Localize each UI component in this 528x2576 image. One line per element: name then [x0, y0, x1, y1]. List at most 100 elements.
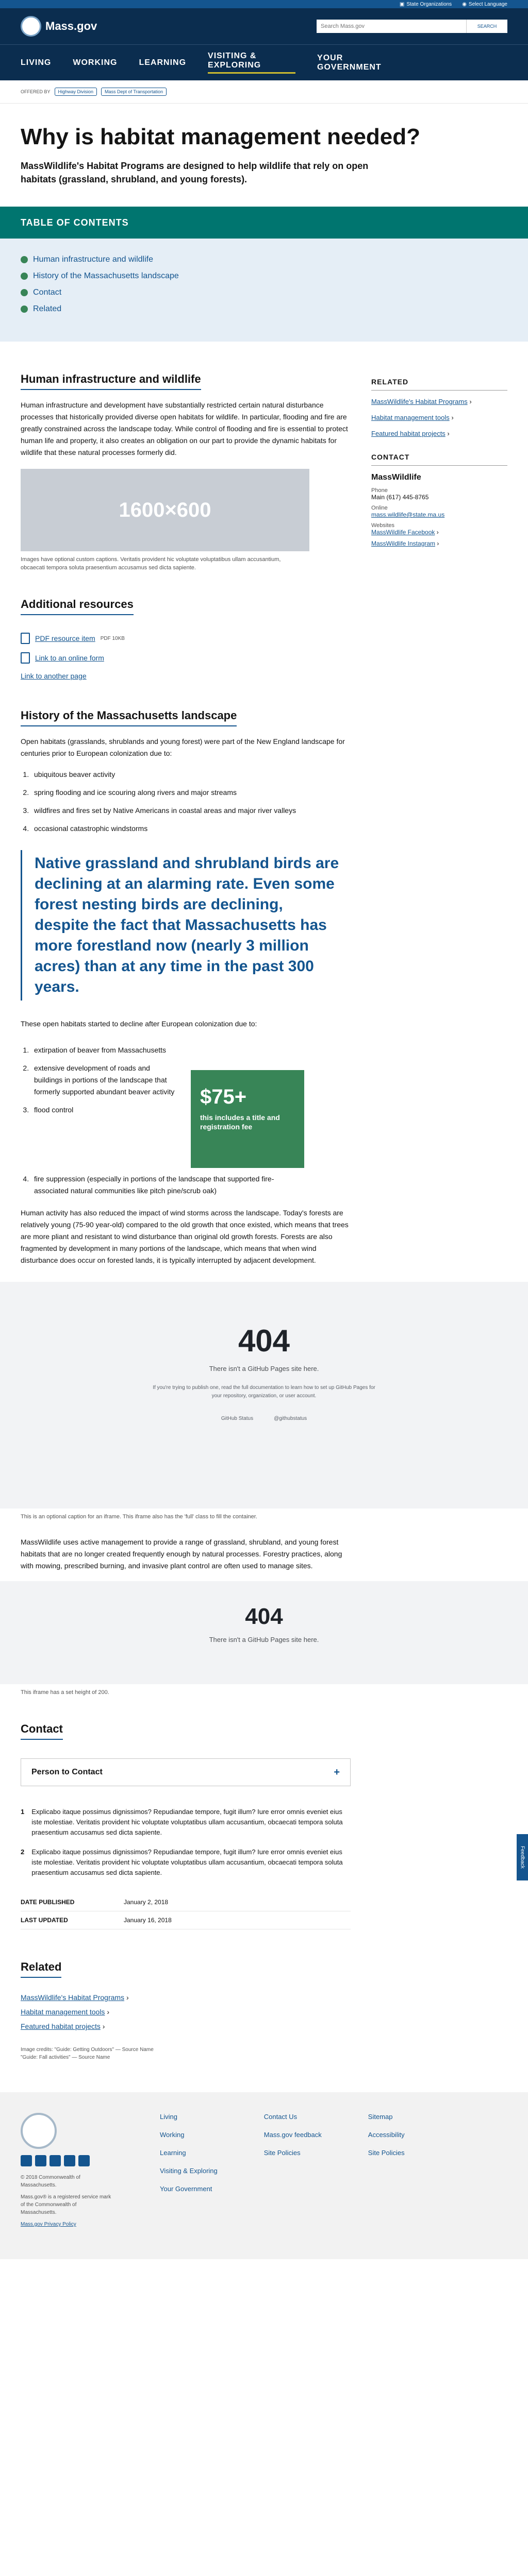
instagram-icon[interactable] — [78, 2155, 90, 2166]
table-of-contents: TABLE OF CONTENTS Human infrastructure a… — [0, 207, 528, 342]
footer-link[interactable]: Sitemap — [368, 2113, 405, 2121]
bullet-icon — [21, 273, 28, 280]
fee-note: this includes a title and registration f… — [200, 1113, 280, 1131]
privacy-link: Mass.gov Privacy Policy — [21, 2221, 113, 2228]
offered-label: OFFERED BY — [21, 89, 51, 94]
related-link[interactable]: Featured habitat projects — [21, 2022, 101, 2030]
status-link[interactable]: GitHub Status — [221, 1416, 253, 1421]
section-heading: Human infrastructure and wildlife — [21, 372, 201, 390]
pdf-icon — [21, 633, 30, 644]
privacy-policy-link[interactable]: Mass.gov Privacy Policy — [21, 2222, 76, 2227]
footnote-number: 1 — [21, 1808, 25, 1816]
feedback-tab[interactable]: Feedback — [517, 1834, 528, 1880]
building-icon: ▣ — [399, 1, 405, 7]
list-item: ubiquitous beaver activity — [31, 769, 351, 781]
contact-label: Phone — [371, 487, 388, 494]
search-input[interactable] — [317, 20, 466, 33]
seal-icon — [21, 16, 41, 37]
twitter-link[interactable]: @githubstatus — [274, 1416, 307, 1421]
contact-label: Online — [371, 505, 388, 511]
sidebar: RELATED MassWildlife's Habitat Programs … — [371, 362, 507, 2082]
site-logo[interactable]: Mass.gov — [21, 16, 97, 37]
pull-quote: Native grassland and shrubland birds are… — [21, 850, 340, 1001]
footnote: 2 Explicabo itaque possimus dignissimos?… — [21, 1847, 351, 1878]
toc-item: Related — [21, 304, 507, 314]
related-section: Related MassWildlife's Habitat Programs … — [21, 1950, 351, 2030]
main-column: Human infrastructure and wildlife Human … — [0, 362, 528, 2082]
section-heading: History of the Massachusetts landscape — [21, 709, 237, 726]
decline-list-cont: fire suppression (especially in portions… — [31, 1173, 278, 1197]
footer-link[interactable]: Living — [160, 2113, 218, 2121]
list-item: spring flooding and ice scouring along r… — [31, 787, 351, 799]
trademark-note: Mass.gov® is a registered service mark o… — [21, 2194, 111, 2215]
facebook-link[interactable]: MassWildlife Facebook — [371, 529, 435, 536]
resource-link[interactable]: Link to an online form — [35, 654, 104, 662]
nav-visiting[interactable]: Visiting & Exploring — [208, 52, 296, 74]
resource-link[interactable]: Link to another page — [21, 672, 87, 680]
toc-link[interactable]: Human infrastructure and wildlife — [33, 255, 153, 264]
fee-callout: $75+ this includes a title and registrat… — [191, 1070, 304, 1168]
contact-org: MassWildlife — [371, 473, 421, 482]
main-nav: Living Working Learning Visiting & Explo… — [0, 44, 528, 80]
footnote-text: Explicabo itaque possimus dignissimos? R… — [31, 1808, 343, 1836]
social-links — [21, 2155, 113, 2166]
footer-link[interactable]: Site Policies — [368, 2149, 405, 2157]
resource-meta: PDF 10KB — [100, 635, 125, 641]
footer-link[interactable]: Accessibility — [368, 2131, 405, 2139]
toc-link[interactable]: Related — [33, 304, 61, 314]
footer-link[interactable]: Mass.gov feedback — [264, 2131, 322, 2139]
error-help: If you're trying to publish one, read th… — [153, 1385, 375, 1399]
email-link[interactable]: mass.wildlife@state.ma.us — [371, 511, 444, 518]
decline-column: extirpation of beaver from Massachusetts… — [21, 1039, 175, 1168]
instagram-link[interactable]: MassWildlife Instagram — [371, 540, 435, 547]
related-item: Featured habitat projects › — [21, 2022, 105, 2030]
language-select[interactable]: ◉ Select Language — [462, 2, 507, 7]
offered-org-link[interactable]: Mass Dept of Transportation — [101, 88, 167, 96]
footer-link[interactable]: Your Government — [160, 2185, 218, 2193]
linkedin-icon[interactable] — [50, 2155, 61, 2166]
body-text: Open habitats (grasslands, shrublands an… — [21, 737, 345, 757]
toc-link[interactable]: History of the Massachusetts landscape — [33, 272, 179, 281]
search-button[interactable]: SEARCH — [466, 20, 507, 33]
toc-link[interactable]: Contact — [33, 288, 61, 297]
related-link[interactable]: Habitat management tools — [21, 2008, 105, 2016]
footnote-text: Explicabo itaque possimus dignissimos? R… — [31, 1848, 343, 1876]
sidebar-related-link[interactable]: Habitat management tools — [371, 414, 450, 421]
nav-working[interactable]: Working — [73, 58, 117, 67]
facebook-icon[interactable] — [21, 2155, 32, 2166]
body-text: Human activity has also reduced the impa… — [21, 1209, 349, 1264]
footer-link[interactable]: Visiting & Exploring — [160, 2167, 218, 2175]
offered-org-link[interactable]: Highway Division — [54, 88, 97, 96]
resource-link[interactable]: PDF resource item — [35, 634, 95, 642]
decline-list: extirpation of beaver from Massachusetts… — [31, 1044, 175, 1116]
contact-email: mass.wildlife@state.ma.us — [371, 511, 507, 518]
sidebar-related-link[interactable]: MassWildlife's Habitat Programs — [371, 398, 468, 405]
decline-row: extirpation of beaver from Massachusetts… — [21, 1039, 351, 1168]
related-item: MassWildlife's Habitat Programs › — [21, 1993, 129, 2002]
date-row: DATE PUBLISHED January 2, 2018 — [21, 1893, 351, 1911]
footer-link[interactable]: Contact Us — [264, 2113, 322, 2121]
footer-link[interactable]: Working — [160, 2131, 218, 2139]
state-orgs-label: State Organizations — [406, 1, 452, 7]
sidebar-related-link[interactable]: Featured habitat projects — [371, 430, 446, 437]
footer-brand: © 2018 Commonwealth of Massachusetts. Ma… — [21, 2113, 113, 2228]
bullet-icon — [21, 306, 28, 313]
date-value: January 16, 2018 — [124, 1917, 172, 1924]
footer-link[interactable]: Site Policies — [264, 2149, 322, 2157]
resource-item: PDF resource item PDF 10KB — [21, 633, 351, 644]
date-label: LAST UPDATED — [21, 1917, 68, 1924]
contact-label: Websites — [371, 522, 395, 529]
twitter-icon[interactable] — [35, 2155, 46, 2166]
nav-living[interactable]: Living — [21, 58, 51, 67]
footer-link[interactable]: Learning — [160, 2149, 218, 2157]
state-orgs-link[interactable]: ▣ State Organizations — [400, 2, 452, 7]
image-placeholder: 1600×600 — [21, 469, 309, 551]
youtube-icon[interactable] — [64, 2155, 75, 2166]
nav-government[interactable]: Your Government — [317, 54, 389, 72]
nav-learning[interactable]: Learning — [139, 58, 186, 67]
related-link[interactable]: MassWildlife's Habitat Programs — [21, 1993, 124, 2002]
date-label: DATE PUBLISHED — [21, 1899, 75, 1906]
bullet-icon — [21, 256, 28, 263]
contact-phone[interactable]: Main (617) 445-8765 — [371, 494, 507, 501]
contact-accordion[interactable]: Person to Contact + — [21, 1758, 351, 1786]
